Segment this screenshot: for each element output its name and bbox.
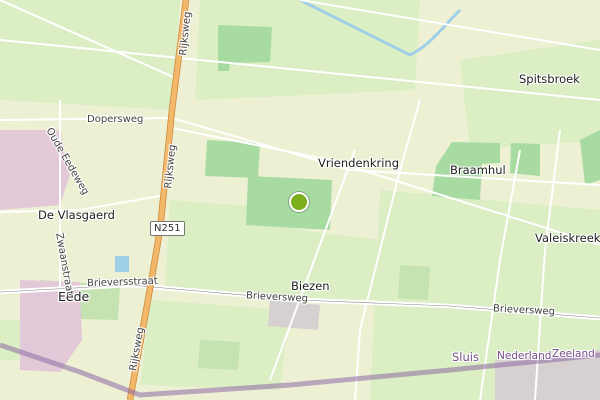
border-label-nederland: Nederland <box>497 350 552 362</box>
place-label-de-vlasgaerd[interactable]: De Vlasgaerd <box>38 208 115 222</box>
place-label-sluis[interactable]: Sluis <box>452 350 479 364</box>
road-shield-n251: N251 <box>150 221 185 236</box>
place-label-vriendenkring[interactable]: Vriendenkring <box>318 156 399 170</box>
location-pin-icon[interactable] <box>289 192 309 212</box>
place-label-valeiskreek[interactable]: Valeiskreek <box>535 231 600 245</box>
place-label-braamhul[interactable]: Braamhul <box>450 163 506 177</box>
place-label-biezen[interactable]: Biezen <box>291 279 330 293</box>
map-view[interactable]: Spitsbroek Vriendenkring Braamhul De Vla… <box>0 0 600 400</box>
pond <box>115 256 129 272</box>
place-label-spitsbroek[interactable]: Spitsbroek <box>519 72 580 86</box>
road-label-dopersweg: Dopersweg <box>87 114 144 125</box>
border-label-zeeland: Zeeland <box>552 348 595 360</box>
